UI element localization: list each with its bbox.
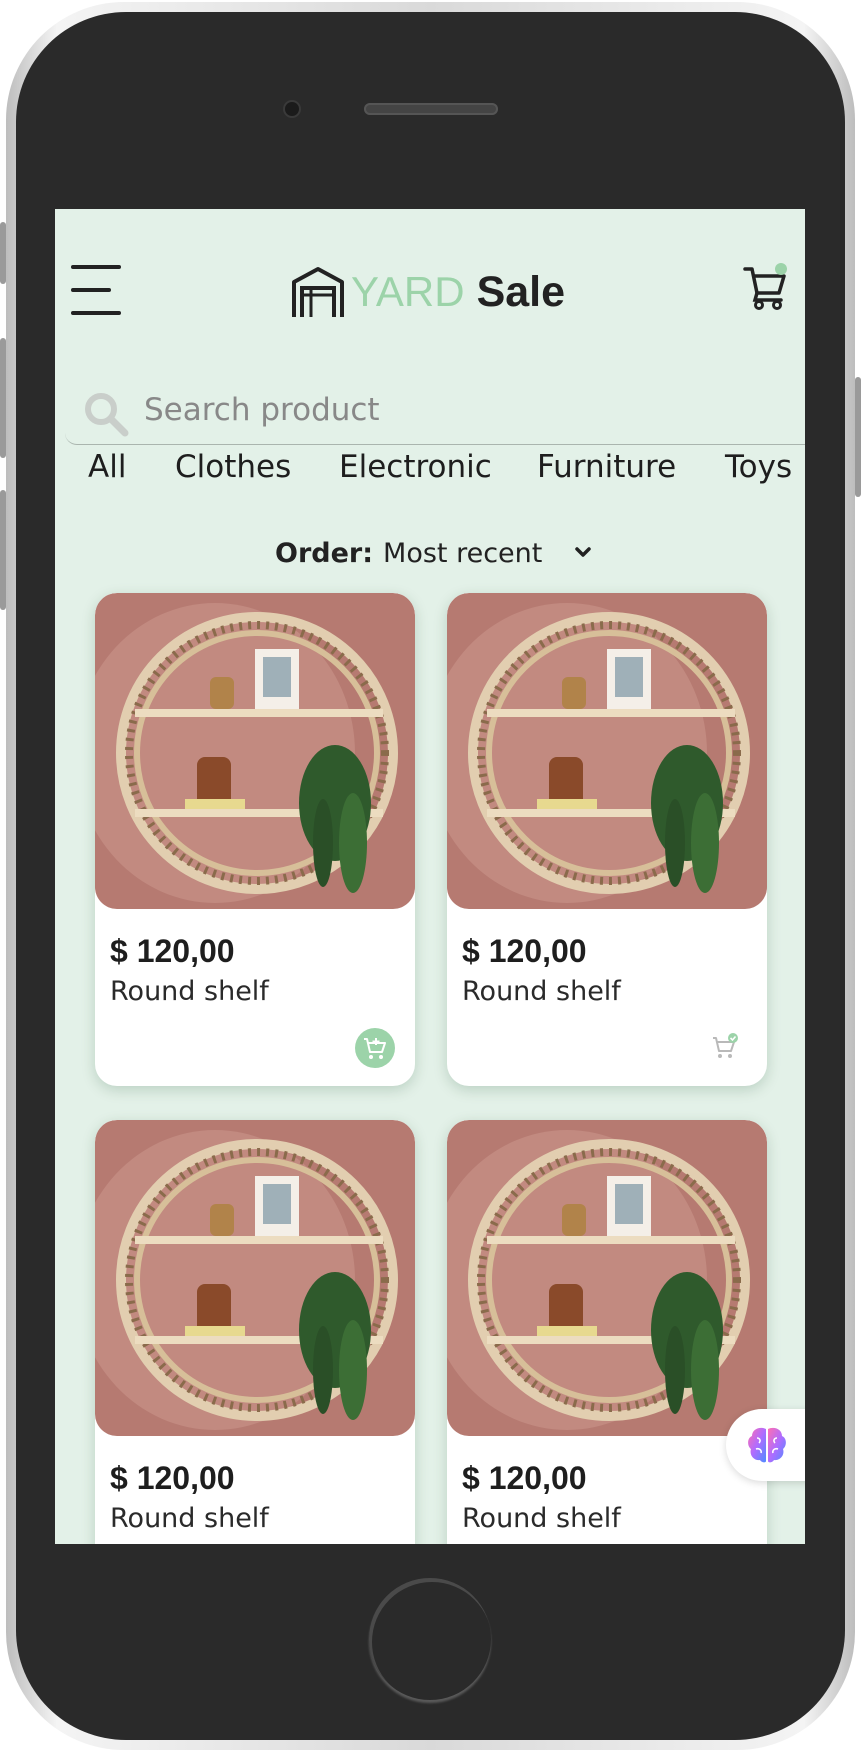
app-screen: YARD Sale All Clothes Electronic Furnitu… (55, 209, 805, 1544)
order-select[interactable]: Order: Most recent (275, 531, 594, 575)
app-header: YARD Sale (55, 209, 805, 359)
brand-logo: YARD Sale (291, 261, 565, 323)
garage-logo-icon (292, 267, 344, 317)
cart-check-icon (713, 1033, 738, 1058)
menu-icon[interactable] (71, 265, 121, 315)
cart-button[interactable] (743, 263, 789, 311)
product-image (95, 1120, 415, 1436)
front-camera (285, 102, 299, 116)
product-price: $ 120,00 (462, 933, 587, 969)
search-input[interactable] (142, 386, 746, 434)
search-icon (85, 393, 129, 437)
phone-power-button (855, 377, 861, 497)
product-card[interactable]: $ 120,00 Round shelf (95, 1120, 415, 1544)
phone-mute-switch (0, 222, 6, 284)
phone-volume-up (0, 338, 6, 458)
product-card[interactable]: $ 120,00 Round shelf (95, 593, 415, 1086)
tab-toys[interactable]: Toys (725, 449, 792, 485)
add-to-cart-button[interactable] (355, 1028, 395, 1068)
tab-furniture[interactable]: Furniture (537, 449, 676, 485)
tab-electronic[interactable]: Electronic (339, 449, 492, 485)
product-price: $ 120,00 (462, 1460, 587, 1496)
product-image (447, 1120, 767, 1436)
search-bar (65, 374, 805, 445)
product-card[interactable]: $ 120,00 Round shelf (447, 1120, 767, 1544)
order-selected-value: Most recent (383, 537, 543, 569)
earpiece-speaker (364, 103, 498, 115)
brand-word-sale: Sale (476, 267, 566, 316)
cart-notification-dot (775, 263, 787, 275)
product-price: $ 120,00 (110, 933, 235, 969)
tab-all[interactable]: All (88, 449, 126, 485)
add-to-cart-icon (364, 1038, 386, 1059)
product-price: $ 120,00 (110, 1460, 235, 1496)
product-name: Round shelf (462, 976, 621, 1007)
order-label: Order: (275, 537, 374, 569)
brain-icon (748, 1427, 786, 1463)
assistant-button[interactable] (726, 1409, 805, 1481)
phone-volume-down (0, 490, 6, 610)
chevron-down-icon (575, 547, 592, 557)
added-to-cart-button[interactable] (711, 1033, 739, 1061)
product-name: Round shelf (462, 1503, 621, 1534)
product-image (95, 593, 415, 909)
product-image (447, 593, 767, 909)
product-name: Round shelf (110, 976, 269, 1007)
brand-word-yard: YARD (351, 268, 465, 315)
home-button[interactable] (369, 1578, 491, 1700)
product-name: Round shelf (110, 1503, 269, 1534)
tab-clothes[interactable]: Clothes (175, 449, 291, 485)
category-tabs: All Clothes Electronic Furniture Toys (55, 449, 805, 509)
product-card[interactable]: $ 120,00 Round shelf (447, 593, 767, 1086)
